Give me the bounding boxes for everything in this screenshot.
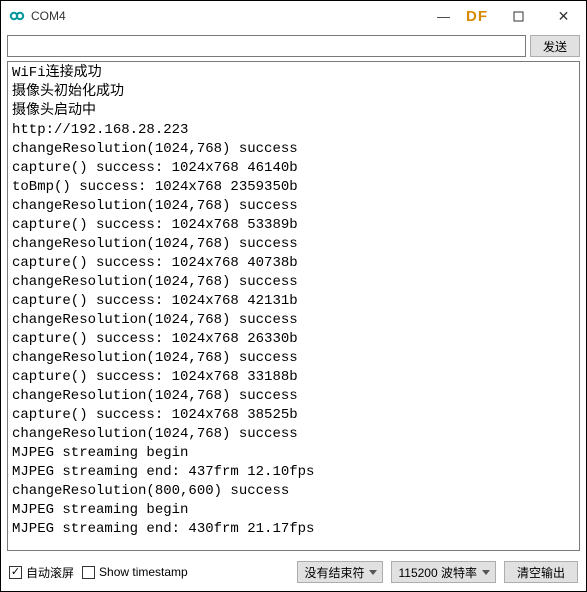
console-line: capture() success: 1024x768 26330b (12, 330, 575, 349)
console-line: MJPEG streaming begin (12, 501, 575, 520)
console-output[interactable]: WiFi连接成功摄像头初始化成功摄像头启动中http://192.168.28.… (8, 62, 579, 550)
console-line: changeResolution(1024,768) success (12, 235, 575, 254)
console-line: changeResolution(1024,768) success (12, 425, 575, 444)
clear-output-button[interactable]: 清空输出 (504, 561, 578, 583)
console-line: changeResolution(1024,768) success (12, 197, 575, 216)
baud-value: 115200 波特率 (398, 564, 477, 581)
checkbox-icon (82, 566, 95, 579)
minimize-button[interactable]: — (421, 1, 466, 31)
line-ending-select[interactable]: 没有结束符 (297, 561, 383, 583)
console-line: changeResolution(1024,768) success (12, 387, 575, 406)
console-line: capture() success: 1024x768 42131b (12, 292, 575, 311)
console-line: toBmp() success: 1024x768 2359350b (12, 178, 575, 197)
send-row: 发送 (1, 31, 586, 61)
console-line: capture() success: 1024x768 40738b (12, 254, 575, 273)
arduino-icon (9, 8, 25, 24)
send-input[interactable] (7, 35, 526, 57)
console-line: 摄像头初始化成功 (12, 83, 575, 102)
console-line: MJPEG streaming end: 430frm 21.17fps (12, 520, 575, 539)
console-line: changeResolution(800,600) success (12, 482, 575, 501)
console-line: changeResolution(1024,768) success (12, 311, 575, 330)
console-line: capture() success: 1024x768 38525b (12, 406, 575, 425)
titlebar: COM4 — DF ✕ (1, 1, 586, 31)
close-button[interactable]: ✕ (541, 1, 586, 31)
console-line: 摄像头启动中 (12, 102, 575, 121)
console-line: WiFi连接成功 (12, 64, 575, 83)
console-line: capture() success: 1024x768 53389b (12, 216, 575, 235)
baud-select[interactable]: 115200 波特率 (391, 561, 496, 583)
send-button[interactable]: 发送 (530, 35, 580, 57)
console-line: MJPEG streaming end: 437frm 12.10fps (12, 463, 575, 482)
console-line: capture() success: 1024x768 46140b (12, 159, 575, 178)
checkbox-icon (9, 566, 22, 579)
timestamp-checkbox[interactable]: Show timestamp (82, 565, 188, 579)
autoscroll-label: 自动滚屏 (26, 564, 74, 581)
console-panel: WiFi连接成功摄像头初始化成功摄像头启动中http://192.168.28.… (7, 61, 580, 551)
serial-monitor-window: COM4 — DF ✕ 发送 WiFi连接成功摄像头初始化成功摄像头启动中htt… (0, 0, 587, 592)
console-line: changeResolution(1024,768) success (12, 140, 575, 159)
console-line: changeResolution(1024,768) success (12, 349, 575, 368)
maximize-button[interactable] (496, 1, 541, 31)
console-line: MJPEG streaming begin (12, 444, 575, 463)
autoscroll-checkbox[interactable]: 自动滚屏 (9, 564, 74, 581)
line-ending-value: 没有结束符 (304, 564, 364, 581)
window-title: COM4 (31, 9, 66, 23)
footer-bar: 自动滚屏 Show timestamp 没有结束符 115200 波特率 清空输… (1, 555, 586, 591)
console-line: capture() success: 1024x768 33188b (12, 368, 575, 387)
console-line: changeResolution(1024,768) success (12, 273, 575, 292)
timestamp-label: Show timestamp (99, 565, 188, 579)
console-line: http://192.168.28.223 (12, 121, 575, 140)
watermark: DF (466, 8, 488, 25)
